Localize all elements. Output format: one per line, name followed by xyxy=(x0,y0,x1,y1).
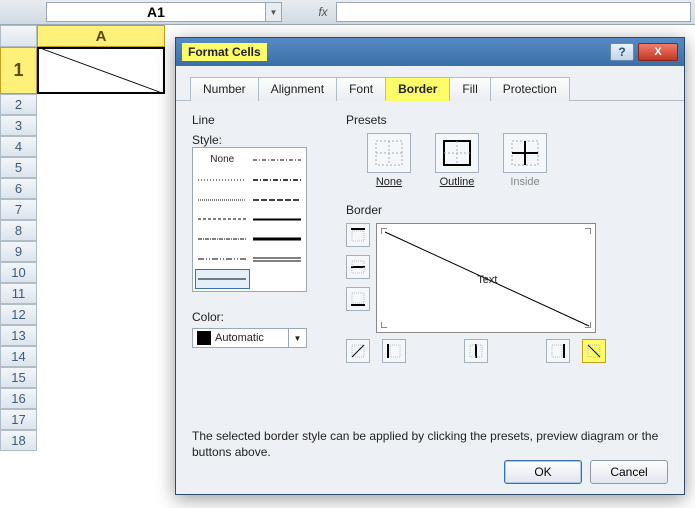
border-middle-h-button[interactable] xyxy=(346,255,370,279)
dialog-footer: OK Cancel xyxy=(504,460,668,484)
border-diag-up-button[interactable] xyxy=(346,339,370,363)
name-box[interactable]: A1 xyxy=(46,2,266,22)
border-top-button[interactable] xyxy=(346,223,370,247)
row-header[interactable]: 7 xyxy=(0,199,37,220)
border-middle-v-button[interactable] xyxy=(464,339,488,363)
border-left-button[interactable] xyxy=(382,339,406,363)
tab-number[interactable]: Number xyxy=(190,77,259,101)
chevron-down-icon: ▼ xyxy=(288,329,306,347)
row-header[interactable]: 16 xyxy=(0,388,37,409)
row-header[interactable]: 14 xyxy=(0,346,37,367)
line-style-picker[interactable]: None xyxy=(192,147,307,292)
tab-strip: Number Alignment Font Border Fill Protec… xyxy=(176,66,684,101)
line-group: Line Style: None Color: xyxy=(192,113,332,348)
tab-fill[interactable]: Fill xyxy=(449,77,490,101)
name-box-dropdown[interactable]: ▼ xyxy=(266,2,282,22)
ok-button[interactable]: OK xyxy=(504,460,582,484)
border-right-button[interactable] xyxy=(546,339,570,363)
line-style-option[interactable] xyxy=(250,229,305,249)
row-header[interactable]: 4 xyxy=(0,136,37,157)
row-header[interactable]: 5 xyxy=(0,157,37,178)
border-preview[interactable]: Text xyxy=(376,223,596,333)
line-style-option[interactable] xyxy=(195,249,250,269)
tab-alignment[interactable]: Alignment xyxy=(258,77,337,101)
line-style-option[interactable] xyxy=(250,210,305,230)
border-group-title: Border xyxy=(346,203,646,217)
presets-group: Presets None Outline Inside xyxy=(346,113,646,188)
fx-icon[interactable]: fx xyxy=(312,2,334,22)
formula-input[interactable] xyxy=(336,2,691,22)
color-value: Automatic xyxy=(215,332,288,344)
row-header-1[interactable]: 1 xyxy=(0,47,37,94)
preset-inside-label: Inside xyxy=(510,176,539,188)
close-button[interactable]: X xyxy=(638,43,678,61)
row-header[interactable]: 10 xyxy=(0,262,37,283)
color-dropdown[interactable]: Automatic ▼ xyxy=(192,328,307,348)
preview-text: Text xyxy=(477,274,497,286)
row-header[interactable]: 15 xyxy=(0,367,37,388)
row-header[interactable]: 8 xyxy=(0,220,37,241)
preset-none-button[interactable] xyxy=(367,133,411,173)
row-header[interactable]: 11 xyxy=(0,283,37,304)
format-cells-dialog: Format Cells ? X Number Alignment Font B… xyxy=(175,37,685,495)
line-group-title: Line xyxy=(192,113,332,127)
preset-outline-label: Outline xyxy=(440,176,475,188)
line-style-option[interactable] xyxy=(195,210,250,230)
row-header[interactable]: 3 xyxy=(0,115,37,136)
row-header[interactable]: 13 xyxy=(0,325,37,346)
description-text: The selected border style can be applied… xyxy=(192,429,662,460)
line-style-option[interactable] xyxy=(250,269,305,289)
row-header[interactable]: 9 xyxy=(0,241,37,262)
cell-A1[interactable] xyxy=(37,47,165,94)
help-button[interactable]: ? xyxy=(610,43,634,61)
tab-font[interactable]: Font xyxy=(336,77,386,101)
line-style-option[interactable] xyxy=(195,190,250,210)
preset-outline-button[interactable] xyxy=(435,133,479,173)
cancel-button[interactable]: Cancel xyxy=(590,460,668,484)
row-header[interactable]: 2 xyxy=(0,94,37,115)
dialog-body: Line Style: None Color: xyxy=(176,101,684,451)
line-style-none[interactable]: None xyxy=(195,150,250,170)
row-header[interactable]: 12 xyxy=(0,304,37,325)
line-style-option[interactable] xyxy=(195,269,250,289)
line-style-option[interactable] xyxy=(195,229,250,249)
color-label: Color: xyxy=(192,310,332,324)
line-style-option[interactable] xyxy=(250,170,305,190)
line-style-option[interactable] xyxy=(250,190,305,210)
column-header-A[interactable]: A xyxy=(37,25,165,47)
tab-border[interactable]: Border xyxy=(385,77,450,101)
border-group: Border Text xyxy=(346,203,646,363)
row-header[interactable]: 6 xyxy=(0,178,37,199)
line-style-option[interactable] xyxy=(250,150,305,170)
dialog-titlebar[interactable]: Format Cells ? X xyxy=(176,38,684,66)
style-label: Style: xyxy=(192,133,332,147)
line-style-option[interactable] xyxy=(250,249,305,269)
dialog-title: Format Cells xyxy=(182,43,267,61)
select-all-corner[interactable] xyxy=(0,25,37,47)
row-header[interactable]: 17 xyxy=(0,409,37,430)
preset-none-label: None xyxy=(376,176,402,188)
presets-group-title: Presets xyxy=(346,113,646,127)
formula-bar: A1 ▼ fx xyxy=(0,0,695,25)
preset-inside-button[interactable] xyxy=(503,133,547,173)
border-bottom-button[interactable] xyxy=(346,287,370,311)
color-swatch xyxy=(197,331,211,345)
tab-protection[interactable]: Protection xyxy=(490,77,570,101)
border-diag-down-button[interactable] xyxy=(582,339,606,363)
row-header[interactable]: 18 xyxy=(0,430,37,451)
line-style-option[interactable] xyxy=(195,170,250,190)
